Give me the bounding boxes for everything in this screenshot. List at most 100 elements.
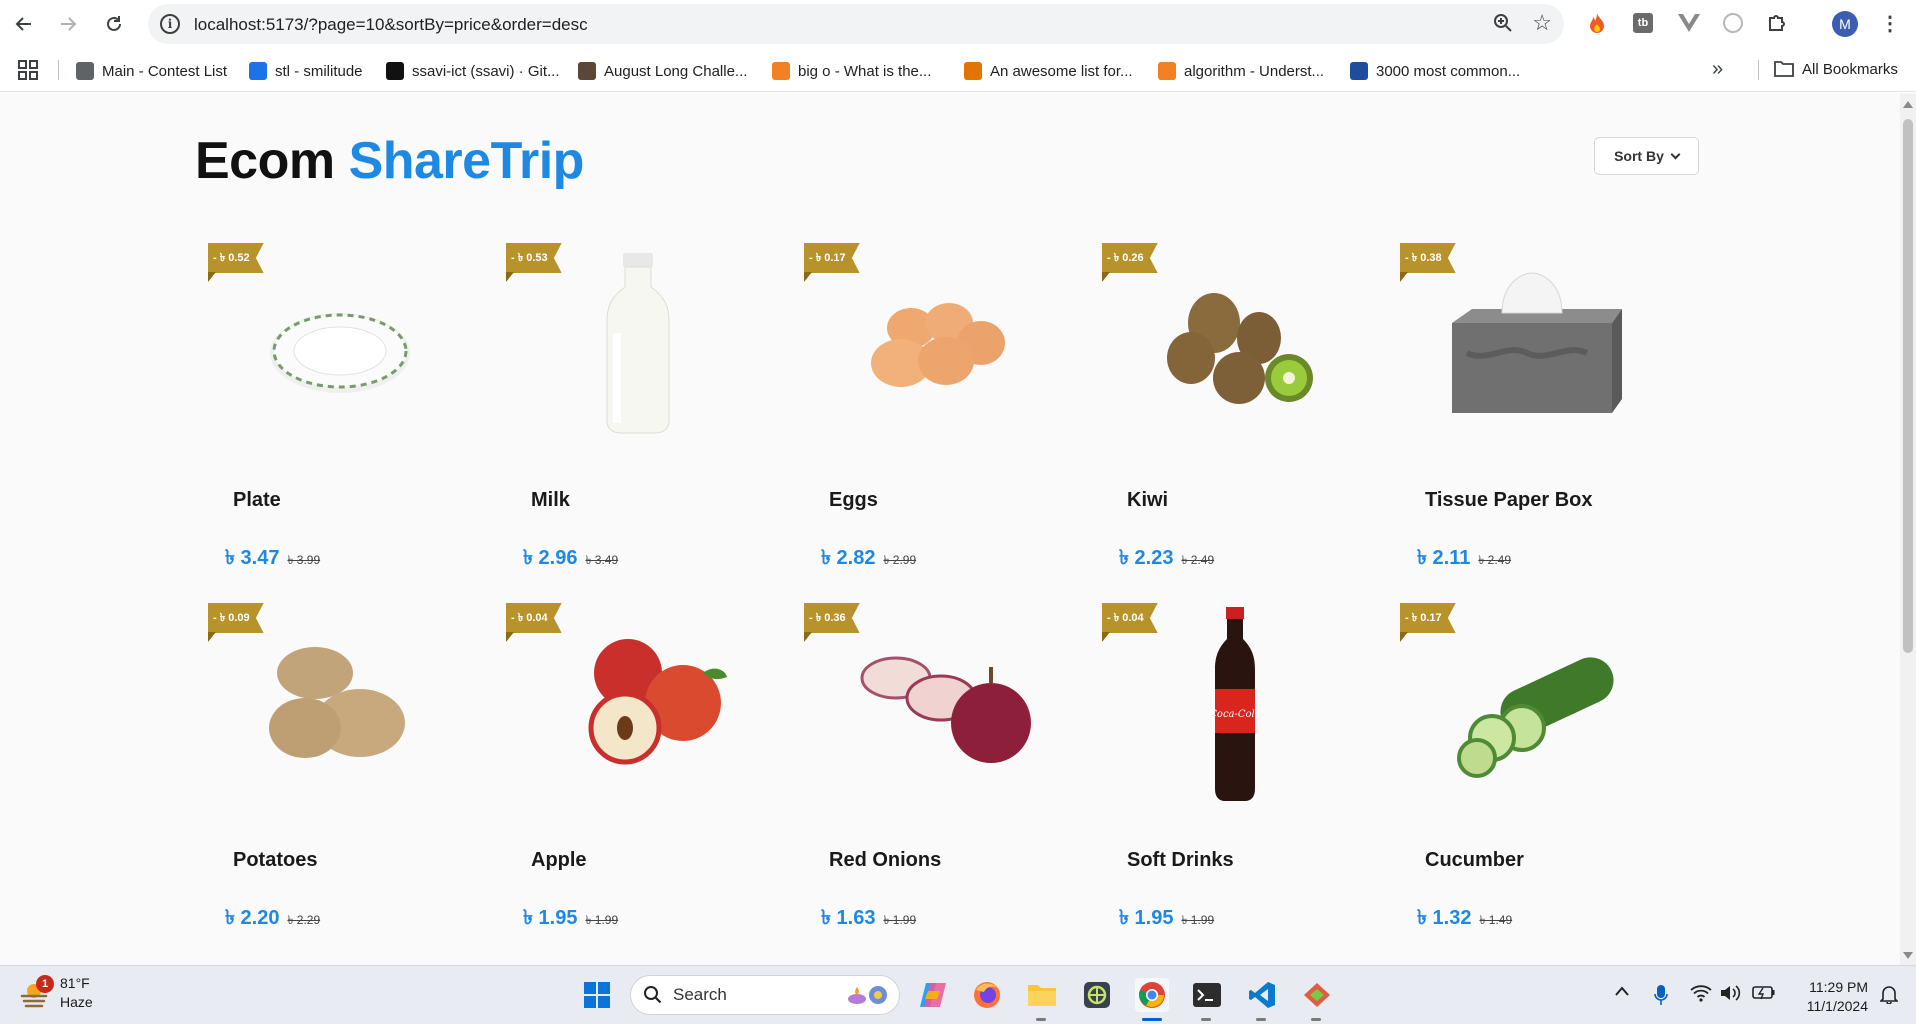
copilot-icon[interactable] xyxy=(916,978,950,1012)
scroll-down-arrow-icon[interactable] xyxy=(1903,952,1913,959)
clock-time: 11:29 PM xyxy=(1809,979,1868,995)
original-price: ৳ 1.99 xyxy=(1181,913,1215,927)
page-scrollbar[interactable] xyxy=(1900,93,1916,965)
bookmark-item[interactable]: algorithm - Underst... xyxy=(1158,60,1324,82)
bookmark-item[interactable]: stl - smilitude xyxy=(249,60,363,82)
browser-menu-icon[interactable]: ⋮ xyxy=(1880,12,1900,36)
product-name[interactable]: Milk xyxy=(531,489,570,512)
bookmark-item[interactable]: August Long Challe... xyxy=(578,60,747,82)
soda-bottle-image[interactable]: Coca-Cola xyxy=(1129,603,1339,803)
milk-bottle-image[interactable] xyxy=(533,243,743,443)
product-name[interactable]: Cucumber xyxy=(1425,849,1524,872)
circle-extension-icon[interactable] xyxy=(1720,10,1746,36)
product-card[interactable]: - ৳ 0.53 Milk ৳ 2.96 ৳ 3.49 xyxy=(493,243,791,588)
product-card[interactable]: - ৳ 0.36 Red Onions ৳ 1.63 ৳ 1.99 xyxy=(791,603,1089,948)
current-price: ৳ 2.23 xyxy=(1119,547,1174,569)
apple-image[interactable] xyxy=(533,603,743,803)
firefox-icon[interactable] xyxy=(970,978,1004,1012)
product-card[interactable]: - ৳ 0.52 Plate ৳ 3.47 ৳ 3.99 xyxy=(195,243,493,588)
product-name[interactable]: Apple xyxy=(531,849,587,872)
scrollbar-thumb[interactable] xyxy=(1903,119,1913,653)
current-price: ৳ 2.96 xyxy=(523,547,578,569)
chevron-down-icon xyxy=(1670,149,1681,159)
browser-toolbar: i localhost:5173/?page=10&sortBy=price&o… xyxy=(0,0,1916,48)
all-bookmarks-folder[interactable]: All Bookmarks xyxy=(1774,60,1898,78)
bookmark-label: stl - smilitude xyxy=(275,62,363,80)
tissue-box-image[interactable] xyxy=(1427,243,1637,443)
dev-tool-icon[interactable] xyxy=(1300,978,1334,1012)
bookmark-item[interactable]: An awesome list for... xyxy=(964,60,1133,82)
more-bookmarks-chevron-icon[interactable]: » xyxy=(1712,58,1723,81)
sort-by-dropdown[interactable]: Sort By xyxy=(1594,137,1699,175)
back-arrow-icon[interactable] xyxy=(8,8,40,40)
product-card[interactable]: - ৳ 0.17 Eggs ৳ 2.82 ৳ 2.99 xyxy=(791,243,1089,588)
product-card[interactable]: - ৳ 0.38 Tissue Paper Box ৳ 2.11 ৳ 2.49 xyxy=(1387,243,1685,588)
cucumber-image[interactable] xyxy=(1427,603,1637,803)
product-prices: ৳ 2.20 ৳ 2.29 xyxy=(225,903,320,936)
svg-text:Coca-Cola: Coca-Cola xyxy=(1209,709,1260,720)
tray-chevron-up-icon[interactable] xyxy=(1614,984,1630,1002)
product-name[interactable]: Tissue Paper Box xyxy=(1425,489,1592,512)
original-price: ৳ 2.49 xyxy=(1478,553,1512,567)
forward-arrow-icon[interactable] xyxy=(52,8,84,40)
bookmark-item[interactable]: Main - Contest List xyxy=(76,60,227,82)
vscode-icon[interactable] xyxy=(1245,978,1279,1012)
potatoes-image[interactable] xyxy=(235,603,445,803)
notification-bell-icon[interactable] xyxy=(1879,984,1899,1009)
taskbar-clock[interactable]: 11:29 PM 11/1/2024 xyxy=(1790,978,1868,1016)
vue-devtools-icon[interactable] xyxy=(1676,10,1702,36)
chrome-taskbar-icon[interactable] xyxy=(1135,978,1169,1012)
file-explorer-icon[interactable] xyxy=(1025,978,1059,1012)
reload-icon[interactable] xyxy=(98,8,130,40)
microphone-icon[interactable] xyxy=(1654,984,1668,1011)
product-card[interactable]: - ৳ 0.04 Apple ৳ 1.95 ৳ 1.99 xyxy=(493,603,791,948)
current-price: ৳ 2.82 xyxy=(821,547,876,569)
bookmark-item[interactable]: 3000 most common... xyxy=(1350,60,1520,82)
discount-ribbon: - ৳ 0.04 xyxy=(1102,603,1158,633)
product-name[interactable]: Plate xyxy=(233,489,281,512)
apps-grid-icon[interactable] xyxy=(18,60,40,82)
bookmark-item[interactable]: ssavi-ict (ssavi) · Git... xyxy=(386,60,560,82)
extensions-puzzle-icon[interactable] xyxy=(1764,10,1790,36)
product-prices: ৳ 2.82 ৳ 2.99 xyxy=(821,543,916,576)
scroll-up-arrow-icon[interactable] xyxy=(1903,101,1913,108)
plate-image[interactable] xyxy=(235,243,445,443)
volume-icon[interactable] xyxy=(1720,984,1742,1007)
windows-start-icon[interactable] xyxy=(580,978,614,1012)
eggs-image[interactable] xyxy=(831,243,1041,443)
product-name[interactable]: Soft Drinks xyxy=(1127,849,1234,872)
zoom-icon[interactable] xyxy=(1492,12,1514,39)
product-prices: ৳ 1.95 ৳ 1.99 xyxy=(1119,903,1214,936)
terminal-icon[interactable] xyxy=(1190,978,1224,1012)
address-bar[interactable]: i localhost:5173/?page=10&sortBy=price&o… xyxy=(148,4,1564,44)
profile-avatar[interactable]: M xyxy=(1832,11,1858,37)
weather-notification-badge: 1 xyxy=(36,975,54,993)
tb-extension-icon[interactable]: tb xyxy=(1630,10,1656,36)
product-card[interactable]: Coca-Cola - ৳ 0.04 Soft Drinks ৳ 1.95 ৳ 1.99 xyxy=(1089,603,1387,948)
site-info-icon[interactable]: i xyxy=(160,14,180,34)
product-card[interactable]: - ৳ 0.17 Cucumber ৳ 1.32 ৳ 1.49 xyxy=(1387,603,1685,948)
wifi-icon[interactable] xyxy=(1690,984,1712,1007)
fire-extension-icon[interactable] xyxy=(1584,10,1610,36)
product-card[interactable]: - ৳ 0.09 Potatoes ৳ 2.20 ৳ 2.29 xyxy=(195,603,493,948)
red-onion-image[interactable] xyxy=(831,603,1041,803)
bookmark-star-icon[interactable]: ☆ xyxy=(1532,10,1552,36)
kiwi-image[interactable] xyxy=(1129,243,1339,443)
taskbar-search-box[interactable]: Search xyxy=(630,975,900,1015)
pinned-app-icon[interactable] xyxy=(1080,978,1114,1012)
product-name[interactable]: Kiwi xyxy=(1127,489,1168,512)
bookmark-item[interactable]: big o - What is the... xyxy=(772,60,931,82)
battery-icon[interactable] xyxy=(1752,984,1776,1005)
bookmark-label: 3000 most common... xyxy=(1376,62,1521,80)
site-logo[interactable]: Ecom ShareTrip xyxy=(195,131,584,191)
original-price: ৳ 2.99 xyxy=(883,553,917,567)
url-text[interactable]: localhost:5173/?page=10&sortBy=price&ord… xyxy=(194,15,588,35)
search-placeholder: Search xyxy=(673,985,727,1004)
product-name[interactable]: Red Onions xyxy=(829,849,941,872)
product-name[interactable]: Eggs xyxy=(829,489,878,512)
current-price: ৳ 3.47 xyxy=(225,547,280,569)
doc-icon xyxy=(249,62,267,80)
weather-widget[interactable]: 1 81°F Haze xyxy=(18,974,93,1012)
product-card[interactable]: - ৳ 0.26 Kiwi ৳ 2.23 ৳ 2.49 xyxy=(1089,243,1387,588)
product-name[interactable]: Potatoes xyxy=(233,849,317,872)
